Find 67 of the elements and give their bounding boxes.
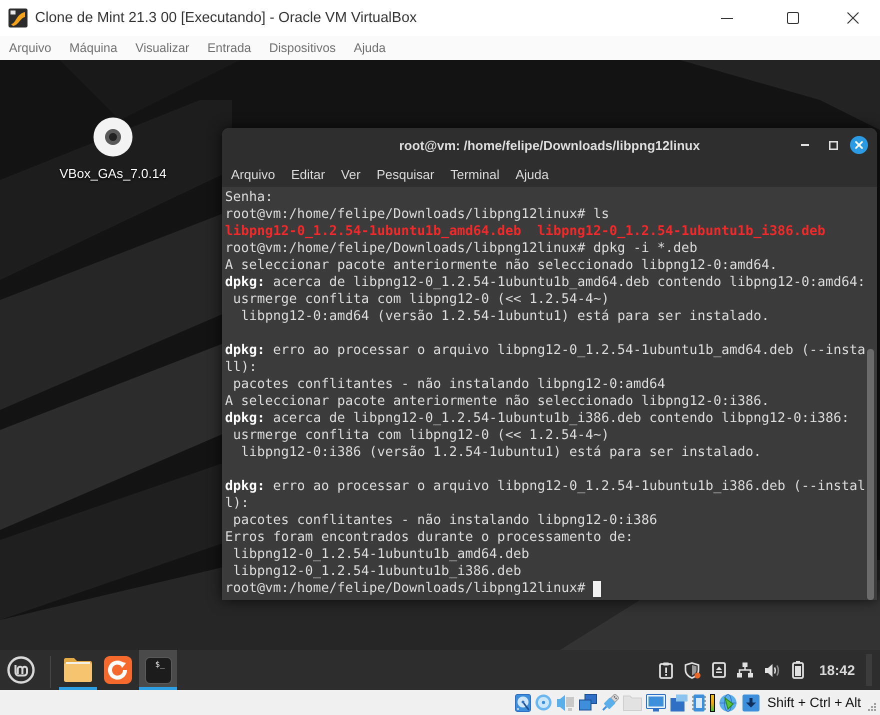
chip-icon[interactable] (692, 694, 706, 712)
menu-item[interactable]: Editar (283, 165, 334, 184)
terminal-line: l): (225, 495, 250, 512)
terminal-line: usrmerge conflita com libpng12-0 (<< 1.2.54-4~) (232, 427, 610, 444)
clock[interactable]: 18:42 (819, 662, 855, 678)
terminal-line: Senha: (225, 189, 274, 206)
terminal-line: pacotes conflitantes - não instalando libpng12-0:amd64 (232, 376, 666, 393)
disc-icon[interactable] (93, 117, 133, 157)
terminal-line: pacotes conflitantes - não instalando libpng12-0:i386 (232, 512, 658, 529)
minimize-icon (801, 144, 809, 146)
terminal-line: usrmerge conflita com libpng12-0 (<< 1.2.54-4~) (232, 291, 610, 308)
folder-icon (63, 657, 93, 683)
terminal-icon: $_ (144, 656, 172, 684)
file-name: libpng12-0_1.2.54-1ubuntu1b_i386.deb (537, 223, 826, 240)
menu-item[interactable]: Arquivo (0, 39, 60, 57)
menu-item[interactable]: Terminal (442, 165, 508, 184)
menu-item[interactable]: Ajuda (508, 165, 557, 184)
app-logo-icon (8, 8, 28, 28)
terminal-line: dpkg: erro ao processar o arquivo libpng12-0_1.2.54-1ubuntu1b_i386.deb (--instal (225, 478, 866, 495)
file-name: libpng12-0_1.2.54-1ubuntu1b_amd64.deb (225, 223, 522, 240)
close-icon (847, 12, 859, 24)
maximize-icon (787, 12, 799, 24)
speaker-icon[interactable] (764, 662, 782, 678)
taskbar-app-button[interactable]: $_ (139, 650, 177, 690)
eject-icon[interactable] (712, 662, 726, 678)
resize-grip-icon[interactable] (868, 703, 877, 712)
host-key-label: Shift + Ctrl + Alt (767, 695, 861, 710)
menu-item[interactable]: Máquina (60, 39, 126, 57)
terminal-line: libpng12-0_1.2.54-1ubuntu1b_amd64.deb (232, 546, 530, 563)
terminal-line: dpkg: erro ao processar o arquivo libpng12-0_1.2.54-1ubuntu1b_amd64.deb (--insta (225, 342, 866, 359)
command-line: root@vm:/home/felipe/Downloads/libpng12linux# (225, 580, 586, 597)
shield-icon[interactable] (684, 662, 702, 678)
terminal-line: libpng12-0:amd64 (versão 1.2.54-1ubuntu1) está para ser instalado. (240, 308, 770, 325)
scrollbar-thumb[interactable] (867, 349, 874, 600)
menu-item[interactable]: Entrada (198, 39, 260, 57)
menu-item[interactable]: Dispositivos (260, 39, 345, 57)
terminal-line: A seleccionar pacote anteriormente não seleccionado libpng12-0:amd64. (225, 257, 778, 274)
terminal-line: dpkg: acerca de libpng12-0_1.2.54-1ubuntu1b_amd64.deb contendo libpng12-0:amd64: (225, 274, 866, 291)
activity-meter-icon (710, 694, 716, 712)
clipboard-alert-icon[interactable] (659, 662, 674, 678)
battery-icon[interactable] (792, 661, 804, 679)
window-icon[interactable] (670, 694, 688, 712)
menu-item[interactable]: Arquivo (223, 165, 284, 184)
usb-plug-icon[interactable] (601, 694, 620, 712)
close-button[interactable] (850, 136, 868, 154)
window-title: Clone de Mint 21.3 00 [Executando] - Oracle VM VirtualBox (35, 10, 417, 26)
terminal-line: Erros foram encontrados durante o processamento de: (225, 529, 634, 546)
menu-item[interactable]: Visualizar (126, 39, 198, 57)
menu-item[interactable]: Ver (333, 165, 369, 184)
swirl-icon (104, 656, 132, 684)
screens-icon[interactable] (579, 694, 598, 711)
desktop-icon-label[interactable]: VBox_GAs_7.0.14 (60, 166, 166, 181)
terminal-line: libpng12-0_1.2.54-1ubuntu1b_i386.deb (232, 563, 522, 580)
monitor-icon[interactable] (646, 694, 666, 712)
menu-item[interactable]: Pesquisar (368, 165, 442, 184)
terminal-title: root@vm: /home/felipe/Downloads/libpng12linux (399, 138, 700, 152)
terminal-line: ll): (225, 359, 258, 376)
command-line: root@vm:/home/felipe/Downloads/libpng12linux# ls (225, 206, 610, 223)
network-icon[interactable] (737, 662, 754, 678)
command-line: root@vm:/home/felipe/Downloads/libpng12linux# dpkg -i *.deb (225, 240, 698, 257)
maximize-icon (828, 140, 838, 150)
menu-item[interactable]: Ajuda (344, 39, 395, 57)
terminal-line: A seleccionar pacote anteriormente não seleccionado libpng12-0:i386. (225, 393, 770, 410)
terminal-line: dpkg: acerca de libpng12-0_1.2.54-1ubuntu1b_i386.deb contendo libpng12-0:i386: (225, 410, 850, 427)
terminal-line: libpng12-0:i386 (versão 1.2.54-1ubuntu1) está para ser instalado. (240, 444, 762, 461)
logo-icon (7, 656, 35, 684)
close-icon (855, 141, 863, 149)
